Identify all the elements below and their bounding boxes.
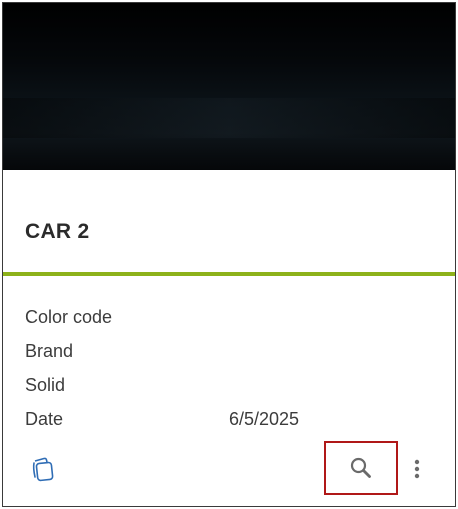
search-button[interactable] xyxy=(324,441,398,495)
more-options-button[interactable] xyxy=(408,455,426,483)
property-label: Color code xyxy=(25,306,113,327)
property-row-color-code: Color code xyxy=(25,300,445,334)
search-icon xyxy=(350,457,371,478)
property-label: Solid xyxy=(25,374,66,395)
document-stack-icon[interactable] xyxy=(29,455,57,483)
property-label: Date xyxy=(25,408,64,429)
property-row-date: Date 6/5/2025 xyxy=(25,402,445,436)
item-card[interactable]: CAR 2 Color code Brand Solid Date 6/5/20… xyxy=(2,2,456,507)
properties-list: Color code Brand Solid Date 6/5/2025 xyxy=(25,300,445,436)
card-image xyxy=(3,3,455,170)
property-value: 6/5/2025 xyxy=(229,408,300,429)
property-label: Brand xyxy=(25,340,74,361)
card-title: CAR 2 xyxy=(25,220,90,243)
property-row-brand: Brand xyxy=(25,334,445,368)
accent-divider xyxy=(3,272,455,276)
property-row-solid: Solid xyxy=(25,368,445,402)
more-vertical-icon xyxy=(414,459,420,479)
